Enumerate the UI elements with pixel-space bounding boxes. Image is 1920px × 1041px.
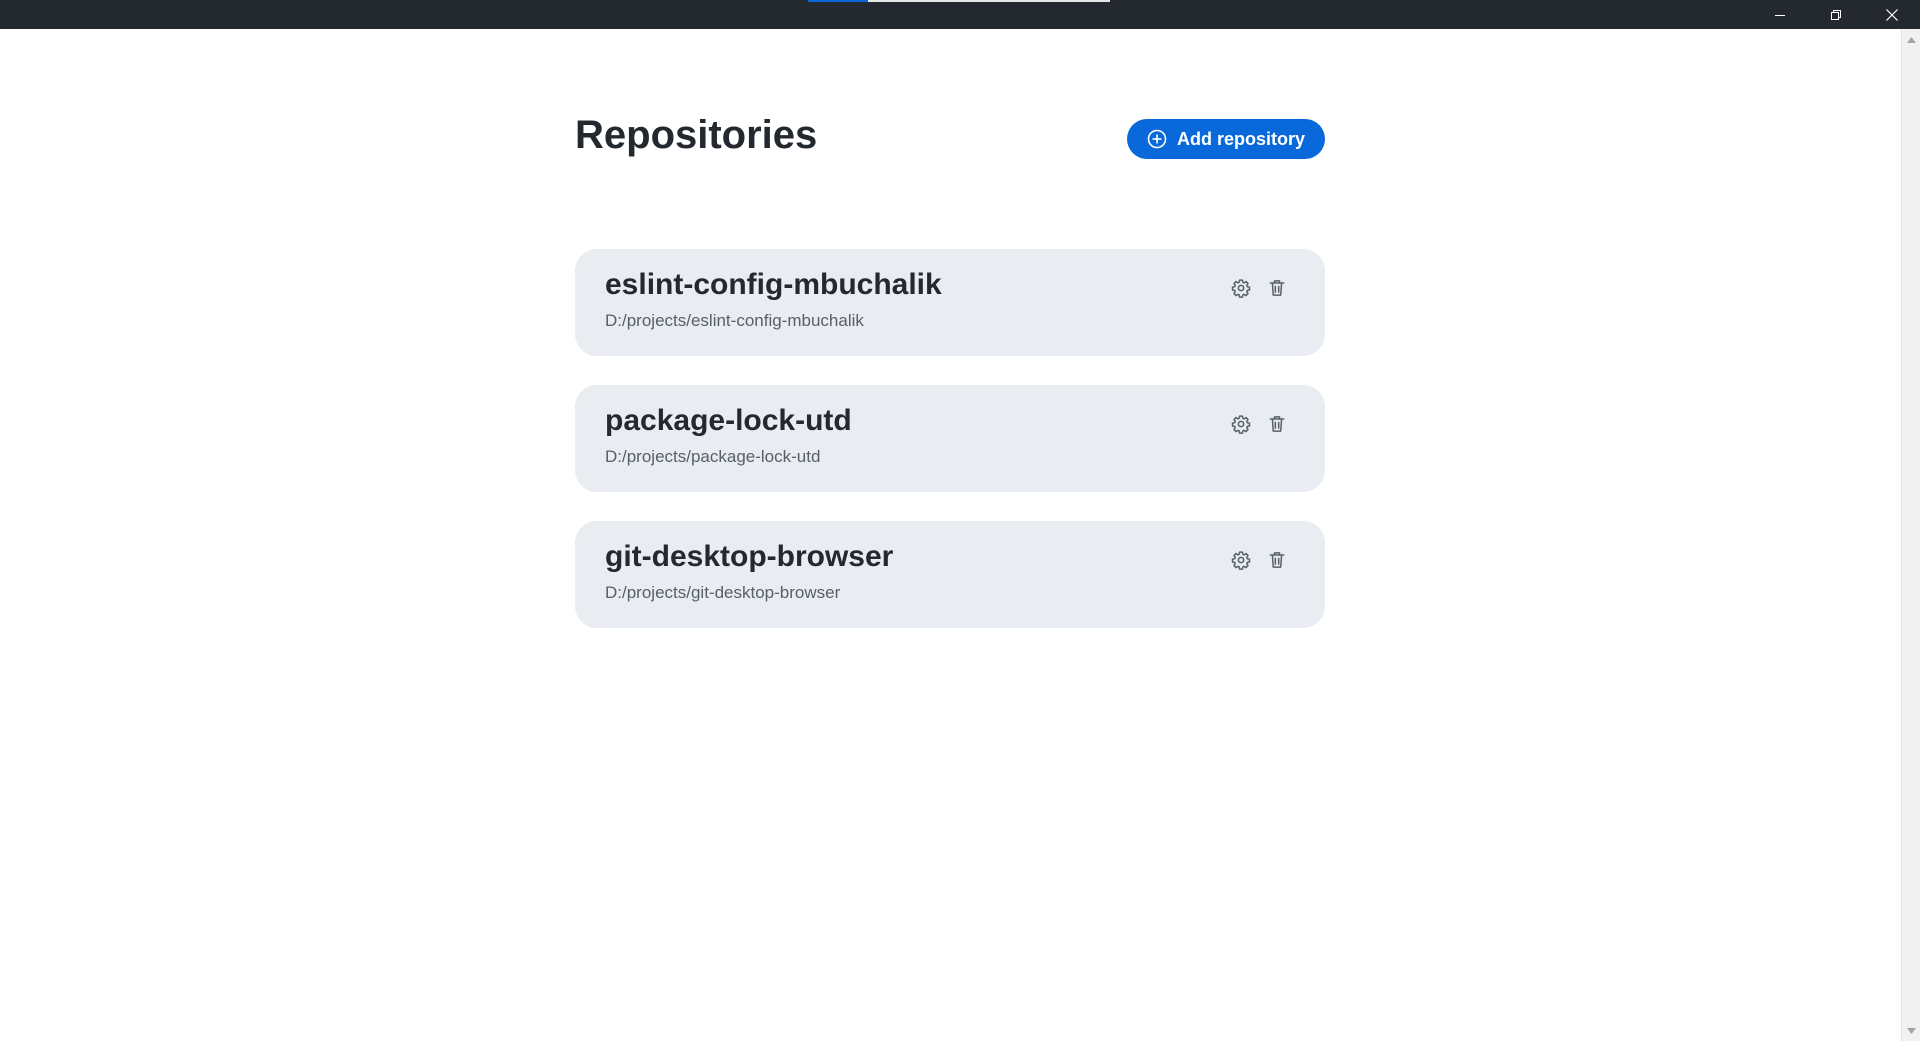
page-title: Repositories xyxy=(575,113,818,157)
plus-circle-icon xyxy=(1147,129,1167,149)
repository-card[interactable]: git-desktop-browser D:/projects/git-desk… xyxy=(575,521,1325,628)
scroll-down-button[interactable] xyxy=(1902,1022,1920,1039)
scroll-up-icon xyxy=(1907,36,1916,43)
repository-delete-button[interactable] xyxy=(1265,276,1289,300)
vertical-scrollbar[interactable] xyxy=(1901,29,1920,1041)
close-button[interactable] xyxy=(1864,0,1920,29)
scroll-up-button[interactable] xyxy=(1902,31,1920,48)
minimize-icon xyxy=(1775,14,1785,16)
tab-underline xyxy=(868,0,1110,2)
scroll-down-icon xyxy=(1907,1027,1916,1034)
gear-icon xyxy=(1231,415,1251,434)
trash-icon xyxy=(1269,280,1285,296)
close-icon xyxy=(1886,8,1898,21)
add-repository-label: Add repository xyxy=(1176,128,1305,149)
minimize-button[interactable] xyxy=(1752,0,1808,29)
restore-icon xyxy=(1831,9,1841,20)
window-controls xyxy=(1752,0,1920,29)
repository-card[interactable]: package-lock-utd D:/projects/package-loc… xyxy=(575,385,1325,492)
add-repository-button[interactable]: Add repository xyxy=(1126,119,1325,159)
trash-icon xyxy=(1269,416,1285,432)
repository-settings-button[interactable] xyxy=(1229,412,1253,436)
repository-delete-button[interactable] xyxy=(1265,548,1289,572)
window-titlebar xyxy=(0,0,1920,29)
repository-path: D:/projects/eslint-config-mbuchalik xyxy=(605,311,864,330)
gear-icon xyxy=(1231,551,1251,570)
repository-path: D:/projects/package-lock-utd xyxy=(605,447,821,466)
page-header: Repositories Add repository xyxy=(575,29,1325,199)
repository-delete-button[interactable] xyxy=(1265,412,1289,436)
repository-card[interactable]: eslint-config-mbuchalik D:/projects/esli… xyxy=(575,249,1325,356)
repository-actions xyxy=(1229,412,1289,436)
tab-indicator xyxy=(808,0,868,2)
repository-settings-button[interactable] xyxy=(1229,548,1253,572)
repository-name: eslint-config-mbuchalik xyxy=(605,268,942,301)
repository-name: package-lock-utd xyxy=(605,404,852,437)
repository-actions xyxy=(1229,276,1289,300)
repository-settings-button[interactable] xyxy=(1229,276,1253,300)
trash-icon xyxy=(1269,552,1285,568)
restore-button[interactable] xyxy=(1808,0,1864,29)
gear-icon xyxy=(1231,279,1251,298)
repository-name: git-desktop-browser xyxy=(605,540,894,573)
repository-list: eslint-config-mbuchalik D:/projects/esli… xyxy=(575,249,1325,657)
repository-actions xyxy=(1229,548,1289,572)
main-content: Repositories Add repository eslint-confi… xyxy=(575,29,1325,628)
repository-path: D:/projects/git-desktop-browser xyxy=(605,583,841,602)
